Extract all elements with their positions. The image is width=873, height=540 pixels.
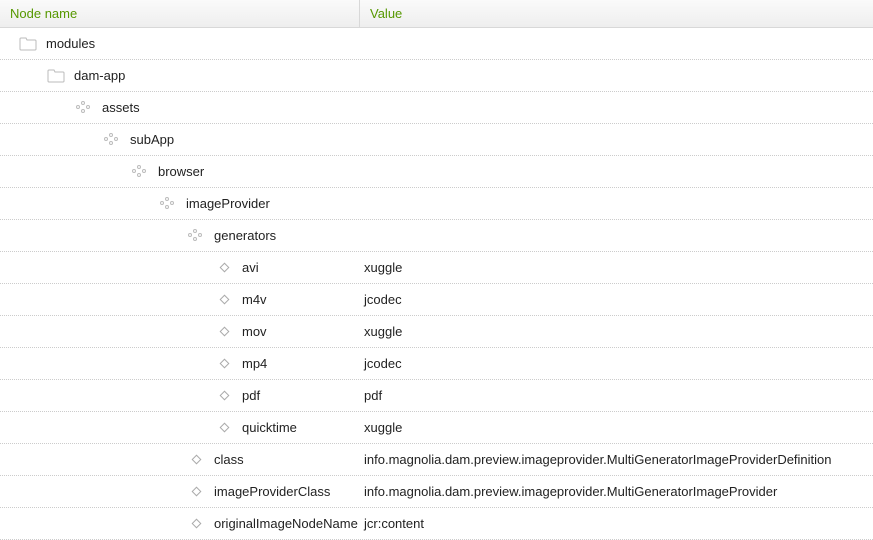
name-cell[interactable]: mp4: [0, 356, 360, 371]
node-label: dam-app: [70, 68, 125, 83]
name-cell[interactable]: dam-app: [0, 68, 360, 83]
name-cell[interactable]: m4v: [0, 292, 360, 307]
tree-row[interactable]: subApp: [0, 124, 873, 156]
node-label: originalImageNodeName: [210, 516, 358, 531]
icon-slot: [210, 296, 238, 303]
icon-slot: [14, 37, 42, 51]
property-icon: [219, 359, 229, 369]
name-cell[interactable]: mov: [0, 324, 360, 339]
icon-slot: [210, 328, 238, 335]
node-label: subApp: [126, 132, 174, 147]
icon-slot: [210, 392, 238, 399]
node-label: generators: [210, 228, 276, 243]
node-icon: [161, 197, 175, 211]
icon-slot: [182, 520, 210, 527]
node-label: modules: [42, 36, 95, 51]
tree-row[interactable]: m4v jcodec: [0, 284, 873, 316]
value-cell[interactable]: jcodec: [360, 292, 873, 307]
icon-slot: [126, 165, 154, 179]
table-header: Node name Value: [0, 0, 873, 28]
tree-row[interactable]: class info.magnolia.dam.preview.imageprov…: [0, 444, 873, 476]
value-cell[interactable]: info.magnolia.dam.preview.imageprovider.…: [360, 484, 873, 499]
icon-slot: [42, 69, 70, 83]
tree-row[interactable]: dam-app: [0, 60, 873, 92]
node-label: pdf: [238, 388, 260, 403]
property-icon: [191, 519, 201, 529]
name-cell[interactable]: originalImageNodeName: [0, 516, 360, 531]
header-name-col[interactable]: Node name: [0, 0, 360, 27]
node-icon: [189, 229, 203, 243]
name-cell[interactable]: imageProviderClass: [0, 484, 360, 499]
node-label: quicktime: [238, 420, 297, 435]
value-cell[interactable]: jcr:content: [360, 516, 873, 531]
name-cell[interactable]: assets: [0, 100, 360, 115]
icon-slot: [98, 133, 126, 147]
node-icon: [77, 101, 91, 115]
name-cell[interactable]: browser: [0, 164, 360, 179]
icon-slot: [182, 229, 210, 243]
tree-row[interactable]: modules: [0, 28, 873, 60]
folder-icon: [19, 37, 37, 51]
name-cell[interactable]: subApp: [0, 132, 360, 147]
property-icon: [219, 295, 229, 305]
name-cell[interactable]: class: [0, 452, 360, 467]
tree-row[interactable]: browser: [0, 156, 873, 188]
tree-row[interactable]: avi xuggle: [0, 252, 873, 284]
icon-slot: [182, 456, 210, 463]
tree-row[interactable]: originalImageNodeNamejcr:content: [0, 508, 873, 540]
node-label: imageProviderClass: [210, 484, 330, 499]
name-cell[interactable]: generators: [0, 228, 360, 243]
name-cell[interactable]: quicktime: [0, 420, 360, 435]
icon-slot: [210, 264, 238, 271]
property-icon: [219, 263, 229, 273]
name-cell[interactable]: avi: [0, 260, 360, 275]
tree-row[interactable]: imageProviderClass info.magnolia.dam.prev…: [0, 476, 873, 508]
tree-row[interactable]: mov xuggle: [0, 316, 873, 348]
name-cell[interactable]: modules: [0, 36, 360, 51]
name-cell[interactable]: pdf: [0, 388, 360, 403]
property-icon: [191, 487, 201, 497]
node-label: imageProvider: [182, 196, 270, 211]
icon-slot: [154, 197, 182, 211]
node-label: m4v: [238, 292, 267, 307]
node-label: browser: [154, 164, 204, 179]
tree-row[interactable]: quicktime xuggle: [0, 412, 873, 444]
tree-row[interactable]: pdf pdf: [0, 380, 873, 412]
tree-row[interactable]: generators: [0, 220, 873, 252]
node-label: mov: [238, 324, 267, 339]
header-value-col[interactable]: Value: [360, 0, 873, 27]
node-label: mp4: [238, 356, 267, 371]
property-icon: [219, 391, 229, 401]
value-cell[interactable]: pdf: [360, 388, 873, 403]
node-icon: [105, 133, 119, 147]
node-label: class: [210, 452, 244, 467]
value-cell[interactable]: info.magnolia.dam.preview.imageprovider.…: [360, 452, 873, 467]
icon-slot: [182, 488, 210, 495]
property-icon: [219, 327, 229, 337]
value-cell[interactable]: xuggle: [360, 324, 873, 339]
folder-icon: [47, 69, 65, 83]
tree-row[interactable]: imageProvider: [0, 188, 873, 220]
icon-slot: [210, 424, 238, 431]
property-icon: [219, 423, 229, 433]
icon-slot: [210, 360, 238, 367]
icon-slot: [70, 101, 98, 115]
tree-row[interactable]: assets: [0, 92, 873, 124]
value-cell[interactable]: xuggle: [360, 260, 873, 275]
value-cell[interactable]: xuggle: [360, 420, 873, 435]
node-label: avi: [238, 260, 259, 275]
node-label: assets: [98, 100, 140, 115]
property-icon: [191, 455, 201, 465]
name-cell[interactable]: imageProvider: [0, 196, 360, 211]
tree-body: modules dam-app assets subApp browser imagePr…: [0, 28, 873, 540]
node-icon: [133, 165, 147, 179]
tree-row[interactable]: mp4 jcodec: [0, 348, 873, 380]
value-cell[interactable]: jcodec: [360, 356, 873, 371]
